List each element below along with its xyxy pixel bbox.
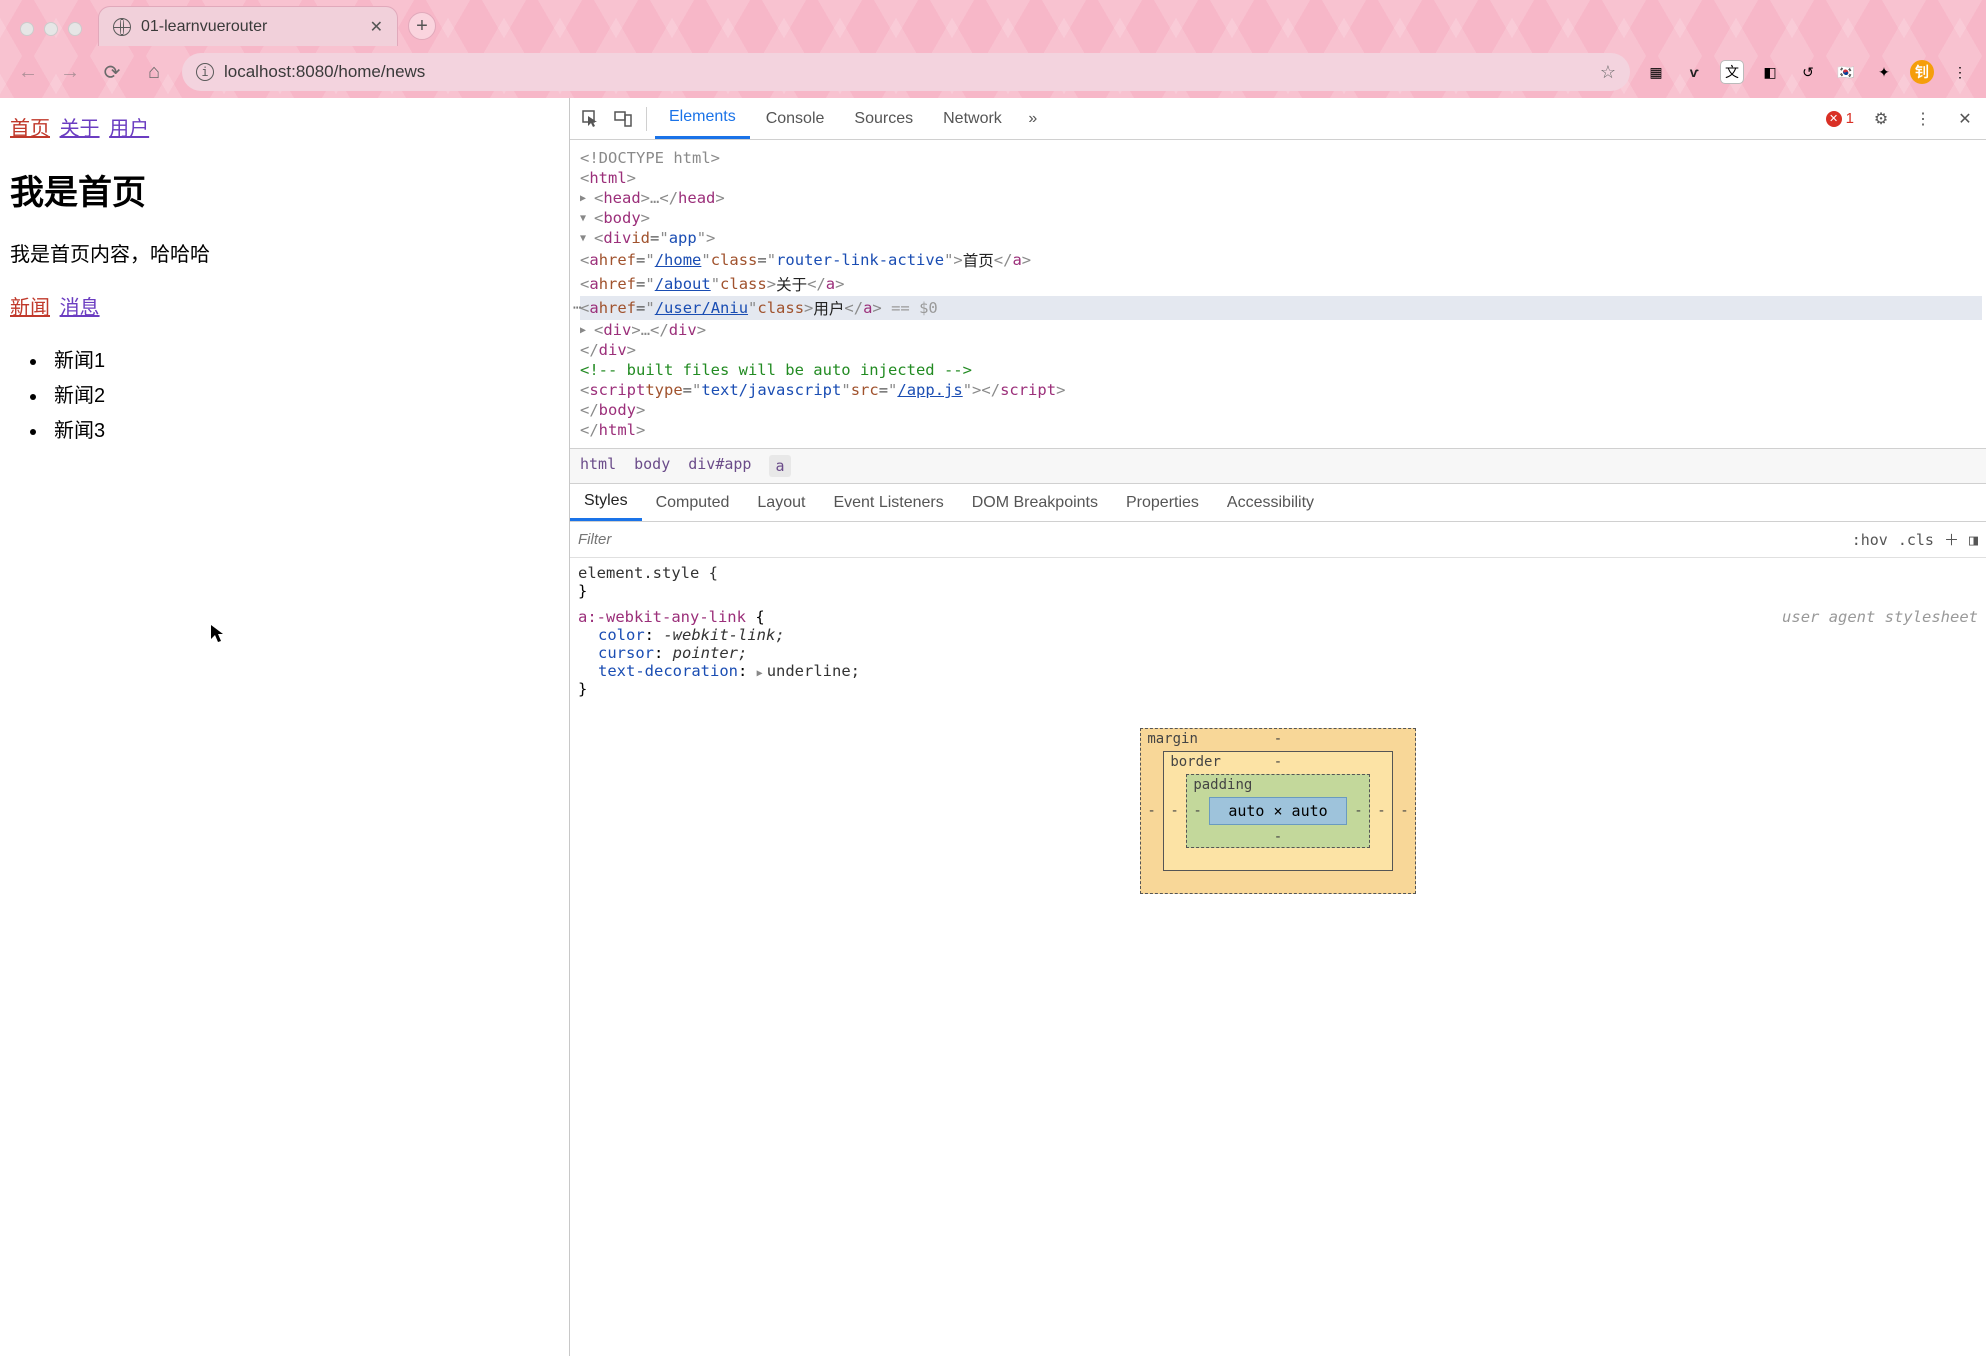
- menu-dots-icon[interactable]: ⋮: [1948, 60, 1972, 84]
- dom-node[interactable]: <a href="/home" class="router-link-activ…: [580, 248, 1982, 272]
- crumb-item-selected[interactable]: a: [769, 455, 790, 477]
- translate-icon[interactable]: 文: [1720, 60, 1744, 84]
- subtab-event-listeners[interactable]: Event Listeners: [819, 484, 957, 521]
- browser-tab[interactable]: 01-learnvuerouter ✕: [98, 6, 398, 46]
- device-toolbar-icon[interactable]: [608, 104, 638, 134]
- traffic-lights[interactable]: [14, 22, 88, 46]
- page-heading: 我是首页: [10, 165, 559, 214]
- maximize-window-icon[interactable]: [68, 22, 82, 36]
- margin-label: margin: [1147, 731, 1198, 747]
- menu-dots-icon[interactable]: ⋮: [1908, 104, 1938, 134]
- bookmark-icon[interactable]: ☆: [1600, 62, 1616, 83]
- minimize-window-icon[interactable]: [44, 22, 58, 36]
- tab-elements[interactable]: Elements: [655, 98, 750, 139]
- nav-link-user[interactable]: 用户: [109, 118, 149, 140]
- more-tabs-icon[interactable]: »: [1018, 104, 1048, 134]
- subtab-styles[interactable]: Styles: [570, 484, 642, 521]
- error-icon: ✕: [1826, 111, 1842, 127]
- tab-console[interactable]: Console: [752, 98, 839, 139]
- tab-network[interactable]: Network: [929, 98, 1016, 139]
- extension-icon[interactable]: ◧: [1758, 60, 1782, 84]
- tab-sources[interactable]: Sources: [840, 98, 927, 139]
- url-text: localhost:8080/home/news: [224, 62, 425, 82]
- page-body-text: 我是首页内容，哈哈哈: [10, 238, 559, 267]
- dom-tree[interactable]: <!DOCTYPE html> <html> ▶<head>…</head> ▼…: [570, 140, 1986, 448]
- close-tab-icon[interactable]: ✕: [370, 17, 383, 37]
- close-window-icon[interactable]: [20, 22, 34, 36]
- devtools-panel: Elements Console Sources Network » ✕ 1 ⚙…: [570, 98, 1986, 1356]
- settings-icon[interactable]: ⚙: [1866, 104, 1896, 134]
- comment-node: <!-- built files will be auto injected -…: [580, 361, 972, 379]
- close-devtools-icon[interactable]: ✕: [1950, 104, 1980, 134]
- dom-node-selected[interactable]: <a href="/user/Aniu" class>用户</a> == $0: [580, 296, 1982, 320]
- selector-text: a:-webkit-any-link: [578, 608, 746, 626]
- home-button[interactable]: ⌂: [140, 58, 168, 86]
- sidebar-toggle-icon[interactable]: ◨: [1969, 531, 1978, 549]
- page-content: 首页 关于 用户 我是首页 我是首页内容，哈哈哈 新闻 消息 新闻1 新闻2 新…: [0, 98, 570, 1356]
- nav-link-home[interactable]: 首页: [10, 118, 50, 140]
- subnav-messages[interactable]: 消息: [60, 297, 100, 319]
- box-model-diagram: margin - - - border - - - padding - - - …: [570, 708, 1986, 914]
- stylesheet-origin: user agent stylesheet: [1782, 608, 1978, 626]
- padding-label: padding: [1193, 777, 1252, 793]
- styles-filter-input[interactable]: [578, 531, 779, 548]
- new-tab-button[interactable]: +: [408, 12, 436, 40]
- nav-link-about[interactable]: 关于: [60, 118, 100, 140]
- dom-breadcrumb[interactable]: html body div#app a: [570, 448, 1986, 484]
- subtab-accessibility[interactable]: Accessibility: [1213, 484, 1328, 521]
- back-button[interactable]: ←: [14, 58, 42, 86]
- globe-icon: [113, 18, 131, 36]
- list-item: 新闻2: [48, 379, 559, 408]
- style-rules[interactable]: element.style { } a:-webkit-any-link { u…: [570, 558, 1986, 708]
- site-info-icon[interactable]: i: [196, 63, 214, 81]
- forward-button[interactable]: →: [56, 58, 84, 86]
- new-style-rule-icon[interactable]: ＋: [1944, 529, 1959, 550]
- address-bar[interactable]: i localhost:8080/home/news ☆: [182, 53, 1630, 91]
- extension-icon[interactable]: 🇰🇷: [1834, 60, 1858, 84]
- inspect-element-icon[interactable]: [576, 104, 606, 134]
- doctype-node: <!DOCTYPE html>: [580, 149, 720, 167]
- element-style-block[interactable]: element.style {: [578, 564, 1978, 582]
- extensions-puzzle-icon[interactable]: ✦: [1872, 60, 1896, 84]
- reload-button[interactable]: ⟳: [98, 58, 126, 86]
- list-item: 新闻1: [48, 344, 559, 373]
- error-count-badge[interactable]: ✕ 1: [1826, 110, 1854, 127]
- subnav-news[interactable]: 新闻: [10, 297, 50, 319]
- border-label: border: [1170, 754, 1221, 770]
- subtab-properties[interactable]: Properties: [1112, 484, 1213, 521]
- history-icon[interactable]: ↺: [1796, 60, 1820, 84]
- content-dimensions: auto × auto: [1209, 797, 1346, 825]
- subtab-layout[interactable]: Layout: [743, 484, 819, 521]
- profile-avatar[interactable]: 钊: [1910, 60, 1934, 84]
- hov-toggle[interactable]: :hov: [1852, 531, 1888, 549]
- crumb-item[interactable]: body: [634, 455, 670, 477]
- news-list: 新闻1 新闻2 新闻3: [48, 344, 559, 443]
- cursor-icon: [210, 624, 226, 644]
- cls-toggle[interactable]: .cls: [1898, 531, 1934, 549]
- subtab-computed[interactable]: Computed: [642, 484, 744, 521]
- dom-node[interactable]: <a href="/about" class>关于</a>: [580, 272, 1982, 296]
- crumb-item[interactable]: div#app: [688, 455, 751, 477]
- list-item: 新闻3: [48, 414, 559, 443]
- tab-title: 01-learnvuerouter: [141, 18, 360, 36]
- error-count: 1: [1846, 110, 1854, 127]
- qr-icon[interactable]: ▦: [1644, 60, 1668, 84]
- subtab-dom-breakpoints[interactable]: DOM Breakpoints: [958, 484, 1112, 521]
- extension-icon[interactable]: ⱱ: [1682, 60, 1706, 84]
- crumb-item[interactable]: html: [580, 455, 616, 477]
